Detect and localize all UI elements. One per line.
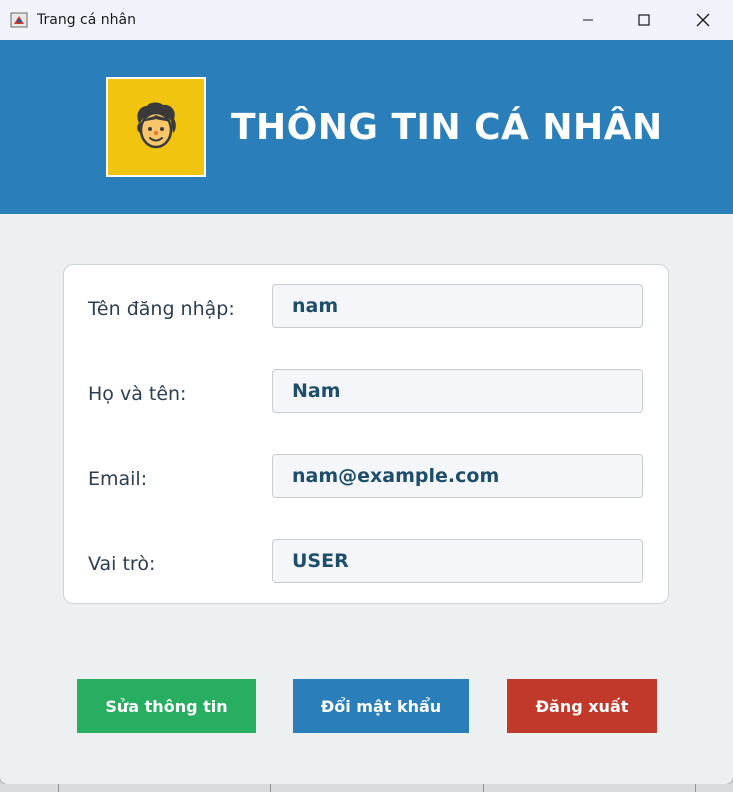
logout-button[interactable]: Đăng xuất — [507, 679, 657, 733]
column-divider — [483, 784, 484, 792]
profile-window: Trang cá nhân THÔNG TIN CÁ NHÂN Tên đăng… — [0, 0, 733, 784]
edit-info-button[interactable]: Sửa thông tin — [77, 679, 256, 733]
profile-info-card: Tên đăng nhập: nam Họ và tên: Nam Email:… — [63, 264, 669, 604]
page-title: THÔNG TIN CÁ NHÂN — [231, 107, 663, 148]
role-field: USER — [272, 539, 643, 583]
background-table-strip — [0, 784, 733, 792]
window-title: Trang cá nhân — [37, 12, 136, 28]
role-label: Vai trò: — [88, 553, 156, 575]
close-icon — [696, 13, 710, 27]
email-label: Email: — [88, 468, 148, 490]
fullname-label: Họ và tên: — [88, 383, 187, 405]
profile-header: THÔNG TIN CÁ NHÂN — [0, 40, 733, 214]
minimize-icon — [583, 19, 593, 21]
username-field: nam — [272, 284, 643, 328]
avatar — [106, 77, 206, 177]
java-app-icon — [10, 12, 28, 28]
email-field: nam@example.com — [272, 454, 643, 498]
title-bar[interactable]: Trang cá nhân — [0, 0, 733, 40]
maximize-icon — [638, 14, 650, 26]
close-button[interactable] — [674, 0, 732, 40]
minimize-button[interactable] — [559, 0, 617, 40]
maximize-button[interactable] — [615, 0, 673, 40]
username-label: Tên đăng nhập: — [88, 298, 235, 320]
column-divider — [695, 784, 696, 792]
user-avatar-icon — [137, 102, 176, 149]
column-divider — [270, 784, 271, 792]
column-divider — [58, 784, 59, 792]
fullname-field: Nam — [272, 369, 643, 413]
change-password-button[interactable]: Đổi mật khẩu — [293, 679, 469, 733]
